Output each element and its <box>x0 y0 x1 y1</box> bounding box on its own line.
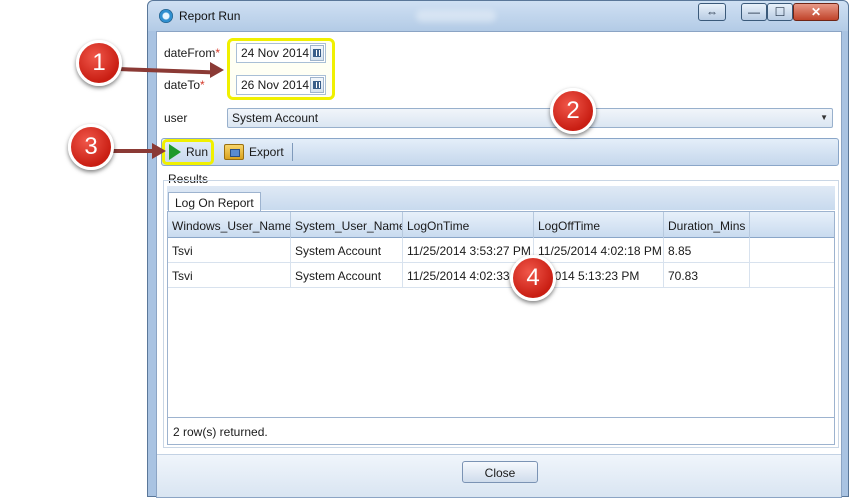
date-from-calendar-button[interactable] <box>310 45 324 61</box>
date-to-field[interactable]: 26 Nov 2014 <box>236 75 326 95</box>
date-to-calendar-button[interactable] <box>310 77 324 93</box>
column-header-system-user-name[interactable]: System_User_Name <box>291 212 403 238</box>
play-icon <box>169 144 181 160</box>
cell-system-user-name: System Account <box>291 263 403 288</box>
calendar-icon <box>313 81 321 89</box>
cell-duration-mins: 8.85 <box>664 238 750 263</box>
date-from-field[interactable]: 24 Nov 2014 <box>236 43 326 63</box>
user-select[interactable]: System Account ▼ <box>227 108 833 128</box>
export-button[interactable]: Export <box>220 141 288 163</box>
table-row[interactable]: Tsvi System Account 11/25/2014 4:02:33 5… <box>168 263 834 288</box>
cell-windows-user-name: Tsvi <box>168 263 291 288</box>
results-grid: Windows_User_Name System_User_Name LogOn… <box>167 211 835 418</box>
window-client-area: dateFrom* 24 Nov 2014 dateTo* 26 Nov 201… <box>156 31 842 498</box>
window-title: Report Run <box>179 9 241 23</box>
title-bar[interactable]: Report Run ⇔ — ☐ ✕ <box>148 1 848 31</box>
app-icon <box>159 9 173 23</box>
tab-strip <box>167 186 835 210</box>
status-text: 2 row(s) returned. <box>167 418 835 445</box>
close-button[interactable]: Close <box>462 461 538 483</box>
callout-3-arrowhead <box>152 143 166 159</box>
cell-duration-mins: 70.83 <box>664 263 750 288</box>
toolbar-separator <box>292 143 293 161</box>
maximize-button[interactable]: ☐ <box>767 3 793 21</box>
column-header-duration-mins[interactable]: Duration_Mins <box>664 212 750 238</box>
toolbar: Run Export <box>161 138 839 166</box>
date-to-label: dateTo* <box>164 78 205 92</box>
export-icon <box>224 144 244 160</box>
chevron-down-icon[interactable]: ▼ <box>820 113 828 122</box>
callout-3-arrow <box>110 149 156 153</box>
export-label: Export <box>249 145 284 159</box>
column-header-windows-user-name[interactable]: Windows_User_Name <box>168 212 291 238</box>
callout-1-arrowhead <box>210 62 224 78</box>
user-label: user <box>164 111 188 125</box>
title-blur <box>416 10 496 22</box>
callout-4: 4 <box>510 255 556 301</box>
cell-logoff-time: 11/25/2014 4:02:18 PM <box>534 238 664 263</box>
move-button[interactable]: ⇔ <box>698 3 726 21</box>
cell-system-user-name: System Account <box>291 238 403 263</box>
date-from-label: dateFrom* <box>164 46 221 60</box>
callout-3: 3 <box>68 124 114 170</box>
calendar-icon <box>313 49 321 57</box>
cell-logon-time: 11/25/2014 3:53:27 PM <box>403 238 534 263</box>
callout-2: 2 <box>550 88 596 134</box>
cell-windows-user-name: Tsvi <box>168 238 291 263</box>
date-to-value: 26 Nov 2014 <box>241 78 310 92</box>
report-run-window: Report Run ⇔ — ☐ ✕ dateFrom* 24 Nov 2014… <box>147 0 849 498</box>
column-header-logon-time[interactable]: LogOnTime <box>403 212 534 238</box>
run-button[interactable]: Run <box>162 139 214 165</box>
date-from-value: 24 Nov 2014 <box>241 46 310 60</box>
minimize-button[interactable]: — <box>741 3 767 21</box>
callout-1: 1 <box>76 40 122 86</box>
run-label: Run <box>186 145 209 159</box>
table-row[interactable]: Tsvi System Account 11/25/2014 3:53:27 P… <box>168 238 834 263</box>
user-select-value: System Account <box>232 111 319 125</box>
grid-header: Windows_User_Name System_User_Name LogOn… <box>168 212 834 238</box>
column-header-logoff-time[interactable]: LogOffTime <box>534 212 664 238</box>
close-window-button[interactable]: ✕ <box>793 3 839 21</box>
